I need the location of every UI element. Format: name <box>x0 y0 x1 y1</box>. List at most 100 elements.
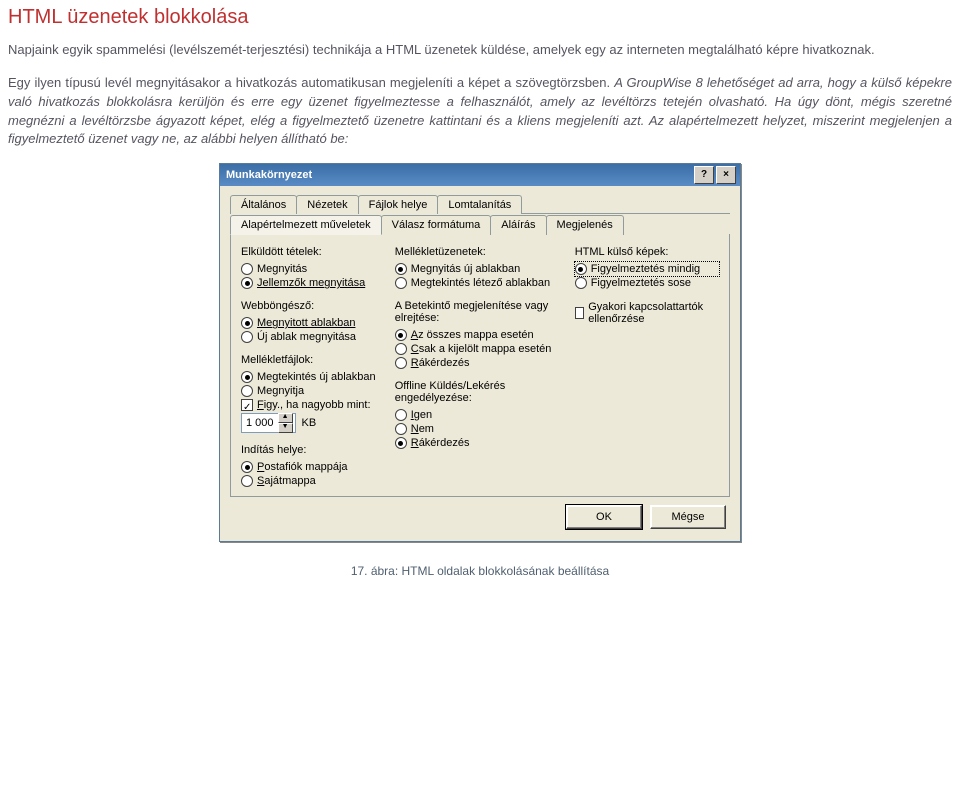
opt-label: Igen <box>411 409 432 421</box>
tab-default-actions[interactable]: Alapértelmezett műveletek <box>230 215 382 235</box>
tab-views[interactable]: Nézetek <box>296 195 358 214</box>
radio-icon <box>395 437 407 449</box>
opt-label: Sajátmappa <box>257 475 316 487</box>
radio-icon <box>395 343 407 355</box>
tab-appearance[interactable]: Megjelenés <box>546 215 624 235</box>
preview-label: A Betekintő megjelenítése vagy elrejtése… <box>395 300 559 324</box>
offline-opt-ask[interactable]: Rákérdezés <box>395 436 559 450</box>
radio-icon <box>575 263 587 275</box>
warn-size-value: 1 000 <box>246 417 274 429</box>
help-button[interactable]: ? <box>694 166 714 184</box>
radio-icon <box>395 423 407 435</box>
radio-icon <box>241 385 253 397</box>
msgatt-opt-new[interactable]: Megnyitás új ablakban <box>395 262 559 276</box>
radio-icon <box>395 277 407 289</box>
opt-label: Gyakori kapcsolattartók ellenőrzése <box>588 301 719 325</box>
tab-pane: Elküldött tételek: Megnyitás Jellemzők m… <box>230 234 730 497</box>
radio-icon <box>241 475 253 487</box>
sent-opt-properties[interactable]: Jellemzők megnyitása <box>241 276 379 290</box>
radio-icon <box>241 317 253 329</box>
opt-label: Rákérdezés <box>411 437 470 449</box>
opt-label: Csak a kijelölt mappa esetén <box>411 343 552 355</box>
opt-label: Nem <box>411 423 434 435</box>
dialog-buttons: OK Mégse <box>230 497 730 531</box>
tab-signature[interactable]: Aláírás <box>490 215 546 235</box>
ok-button[interactable]: OK <box>566 505 642 529</box>
opt-label: Figyelmeztetés mindig <box>591 263 700 275</box>
col-1: Elküldött tételek: Megnyitás Jellemzők m… <box>241 246 379 488</box>
preview-opt-all[interactable]: Az összes mappa esetén <box>395 328 559 342</box>
page-title: HTML üzenetek blokkolása <box>8 6 952 29</box>
figure-caption: 17. ábra: HTML oldalak blokkolásának beá… <box>8 564 952 578</box>
preview-opt-ask[interactable]: Rákérdezés <box>395 356 559 370</box>
intro-para-2: Egy ilyen típusú levél megnyitásakor a h… <box>8 74 952 149</box>
opt-label: Megnyitja <box>257 385 304 397</box>
radio-icon <box>241 461 253 473</box>
offline-opt-no[interactable]: Nem <box>395 422 559 436</box>
opt-label: Rákérdezés <box>411 357 470 369</box>
spin-up-icon[interactable]: ▲ <box>278 413 293 423</box>
web-opt-existing[interactable]: Megnyitott ablakban <box>241 316 379 330</box>
checkbox-icon <box>575 307 585 319</box>
tab-file-locations[interactable]: Fájlok helye <box>358 195 439 214</box>
attachfiles-label: Mellékletfájlok: <box>241 354 379 366</box>
msgatt-label: Mellékletüzenetek: <box>395 246 559 258</box>
warn-size-unit: KB <box>302 417 317 429</box>
opt-label: Figy., ha nagyobb mint: <box>257 399 371 411</box>
screenshot-container: Munkakörnyezet ? × Általános Nézetek Fáj… <box>8 163 952 542</box>
tabs-row-1: Általános Nézetek Fájlok helye Lomtalaní… <box>230 194 730 214</box>
opt-label: Új ablak megnyitása <box>257 331 356 343</box>
col-2: Mellékletüzenetek: Megnyitás új ablakban… <box>395 246 559 488</box>
freq-contacts-check[interactable]: Gyakori kapcsolattartók ellenőrzése <box>575 300 719 326</box>
radio-icon <box>241 277 253 289</box>
spin-down-icon[interactable]: ▼ <box>278 423 293 433</box>
preview-opt-selected[interactable]: Csak a kijelölt mappa esetén <box>395 342 559 356</box>
checkbox-icon <box>241 399 253 411</box>
spinner[interactable]: ▲ ▼ <box>278 413 293 433</box>
para2-plain: Egy ilyen típusú levél megnyitásakor a h… <box>8 75 614 90</box>
close-button[interactable]: × <box>716 166 736 184</box>
msgatt-opt-existing[interactable]: Megtekintés létező ablakban <box>395 276 559 290</box>
dialog-window: Munkakörnyezet ? × Általános Nézetek Fáj… <box>219 163 741 542</box>
cancel-button[interactable]: Mégse <box>650 505 726 529</box>
radio-icon <box>241 371 253 383</box>
start-label: Indítás helye: <box>241 444 379 456</box>
opt-label: Postafiók mappája <box>257 461 348 473</box>
radio-icon <box>575 277 587 289</box>
start-opt-mailbox[interactable]: Postafiók mappája <box>241 460 379 474</box>
tabs-row-2: Alapértelmezett műveletek Válasz formátu… <box>230 214 730 234</box>
dialog-client: Általános Nézetek Fájlok helye Lomtalaní… <box>220 186 740 541</box>
intro-para-1: Napjaink egyik spammelési (levélszemét-t… <box>8 41 952 60</box>
radio-icon <box>395 409 407 421</box>
opt-label: Megnyitás új ablakban <box>411 263 520 275</box>
web-opt-new[interactable]: Új ablak megnyitása <box>241 330 379 344</box>
ext-opt-always[interactable]: Figyelmeztetés mindig <box>575 262 719 276</box>
radio-icon <box>395 329 407 341</box>
att-opt-open[interactable]: Megnyitja <box>241 384 379 398</box>
sent-items-label: Elküldött tételek: <box>241 246 379 258</box>
warn-size-value-row: 1 000 ▲ ▼ KB <box>241 412 379 434</box>
warn-size-input[interactable]: 1 000 ▲ ▼ <box>241 413 296 433</box>
opt-label: Jellemzők megnyitása <box>257 277 365 289</box>
tab-general[interactable]: Általános <box>230 195 297 214</box>
tab-cleanup[interactable]: Lomtalanítás <box>437 195 522 214</box>
offline-opt-yes[interactable]: Igen <box>395 408 559 422</box>
tab-reply-format[interactable]: Válasz formátuma <box>381 215 492 235</box>
dialog-title: Munkakörnyezet <box>226 169 312 181</box>
warn-size-check[interactable]: Figy., ha nagyobb mint: <box>241 398 379 412</box>
opt-label: Megtekintés létező ablakban <box>411 277 550 289</box>
radio-icon <box>241 263 253 275</box>
ext-label: HTML külső képek: <box>575 246 719 258</box>
sent-opt-open[interactable]: Megnyitás <box>241 262 379 276</box>
radio-icon <box>395 263 407 275</box>
web-label: Webböngésző: <box>241 300 379 312</box>
opt-label: Megtekintés új ablakban <box>257 371 376 383</box>
ext-opt-never[interactable]: Figyelmeztetés sose <box>575 276 719 290</box>
offline-label: Offline Küldés/Lekérés engedélyezése: <box>395 380 559 404</box>
opt-label: Figyelmeztetés sose <box>591 277 691 289</box>
radio-icon <box>395 357 407 369</box>
att-opt-view[interactable]: Megtekintés új ablakban <box>241 370 379 384</box>
opt-label: Az összes mappa esetén <box>411 329 534 341</box>
start-opt-own[interactable]: Sajátmappa <box>241 474 379 488</box>
col-3: HTML külső képek: Figyelmeztetés mindig … <box>575 246 719 488</box>
